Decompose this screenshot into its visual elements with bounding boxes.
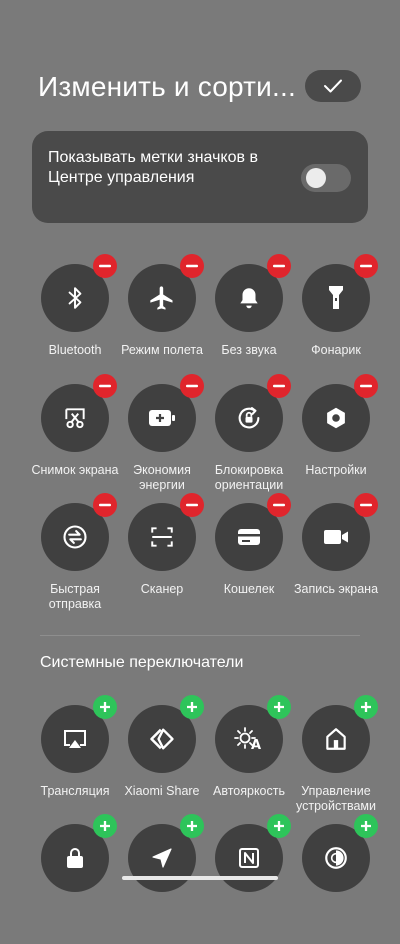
tile-label: Блокировка ориентации: [214, 463, 284, 492]
tile-label: Трансляция: [40, 784, 110, 798]
flashlight-icon: [324, 284, 348, 312]
remove-badge[interactable]: [180, 493, 204, 517]
tile-airplane[interactable]: Режим полета: [118, 254, 206, 384]
tile-label: Режим полета: [121, 343, 203, 357]
tile-location[interactable]: [118, 814, 206, 944]
tile-screen-record[interactable]: Запись экрана: [292, 493, 380, 623]
tile-label: Сканер: [140, 582, 184, 596]
home-indicator[interactable]: [122, 876, 278, 880]
page-title: Изменить и сорти...: [38, 71, 296, 102]
scanner-icon: [149, 524, 175, 550]
show-labels-card: Показывать метки значков в Центре управл…: [32, 131, 368, 223]
remove-badge[interactable]: [180, 374, 204, 398]
tile-wallet[interactable]: Кошелек: [205, 493, 293, 623]
add-badge[interactable]: [354, 695, 378, 719]
tile-quick-send[interactable]: Быстрая отправка: [31, 493, 119, 623]
cast-icon: [61, 727, 89, 751]
check-icon: [323, 78, 343, 94]
tile-screenshot[interactable]: Снимок экрана: [31, 374, 119, 504]
toggle-knob: [306, 168, 326, 188]
quick-send-icon: [61, 523, 89, 551]
remove-badge[interactable]: [267, 374, 291, 398]
add-badge[interactable]: [267, 814, 291, 838]
section-title: Системные переключатели: [40, 654, 244, 671]
battery-saver-icon: [147, 407, 177, 429]
tile-label: Запись экрана: [293, 582, 379, 596]
lock-icon: [63, 845, 87, 871]
remove-badge[interactable]: [180, 254, 204, 278]
nfc-icon: [237, 846, 261, 870]
tile-label: Управление устройствами: [296, 784, 376, 813]
screenshot-icon: [62, 405, 88, 431]
tile-settings[interactable]: Настройки: [292, 374, 380, 504]
add-badge[interactable]: [93, 695, 117, 719]
rotation-lock-icon: [235, 404, 263, 432]
tile-bluetooth[interactable]: Bluetooth: [31, 254, 119, 384]
airplane-icon: [148, 284, 176, 312]
tile-silent[interactable]: Без звука: [205, 254, 293, 384]
auto-brightness-icon: A: [234, 725, 264, 753]
location-icon: [150, 846, 174, 870]
show-labels-toggle[interactable]: [301, 164, 351, 192]
tile-cast[interactable]: Трансляция: [31, 695, 119, 825]
remove-badge[interactable]: [267, 493, 291, 517]
tile-label: Экономия энергии: [133, 463, 191, 492]
add-badge[interactable]: [354, 814, 378, 838]
add-badge[interactable]: [180, 814, 204, 838]
remove-badge[interactable]: [354, 374, 378, 398]
remove-badge[interactable]: [354, 254, 378, 278]
settings-icon: [323, 405, 349, 431]
remove-badge[interactable]: [267, 254, 291, 278]
tile-label: Xiaomi Share: [124, 784, 200, 798]
section-divider: [40, 635, 360, 636]
tile-flashlight[interactable]: Фонарик: [292, 254, 380, 384]
add-badge[interactable]: [180, 695, 204, 719]
tile-label: Быстрая отправка: [48, 582, 102, 611]
header: Изменить и сорти...: [38, 68, 368, 108]
bluetooth-icon: [62, 285, 88, 311]
tile-label: Автояркость: [212, 784, 285, 798]
screen-record-icon: [321, 526, 351, 548]
svg-text:A: A: [251, 738, 261, 753]
tile-auto-brightness[interactable]: A Автояркость: [205, 695, 293, 825]
tile-label: Снимок экрана: [31, 463, 119, 477]
tile-xiaomi-share[interactable]: Xiaomi Share: [118, 695, 206, 825]
remove-badge[interactable]: [93, 493, 117, 517]
add-badge[interactable]: [93, 814, 117, 838]
tile-label: Настройки: [305, 463, 367, 477]
tile-device-control[interactable]: Управление устройствами: [292, 695, 380, 825]
done-button[interactable]: [305, 70, 361, 102]
xiaomi-share-icon: [148, 725, 176, 753]
wallet-icon: [235, 525, 263, 549]
bell-icon: [236, 285, 262, 311]
add-badge[interactable]: [267, 695, 291, 719]
tile-label: Без звука: [221, 343, 277, 357]
remove-badge[interactable]: [93, 254, 117, 278]
tile-label: Фонарик: [311, 343, 361, 357]
tile-contrast[interactable]: [292, 814, 380, 944]
remove-badge[interactable]: [93, 374, 117, 398]
tile-scanner[interactable]: Сканер: [118, 493, 206, 623]
tile-lock[interactable]: [31, 814, 119, 944]
remove-badge[interactable]: [354, 493, 378, 517]
tile-label: Bluetooth: [48, 343, 102, 357]
contrast-icon: [323, 845, 349, 871]
tile-rotation-lock[interactable]: Блокировка ориентации: [205, 374, 293, 504]
tile-nfc[interactable]: [205, 814, 293, 944]
tile-label: Кошелек: [223, 582, 275, 596]
show-labels-text: Показывать метки значков в Центре управл…: [48, 149, 258, 186]
tile-battery-saver[interactable]: Экономия энергии: [118, 374, 206, 504]
device-control-icon: [323, 726, 349, 752]
